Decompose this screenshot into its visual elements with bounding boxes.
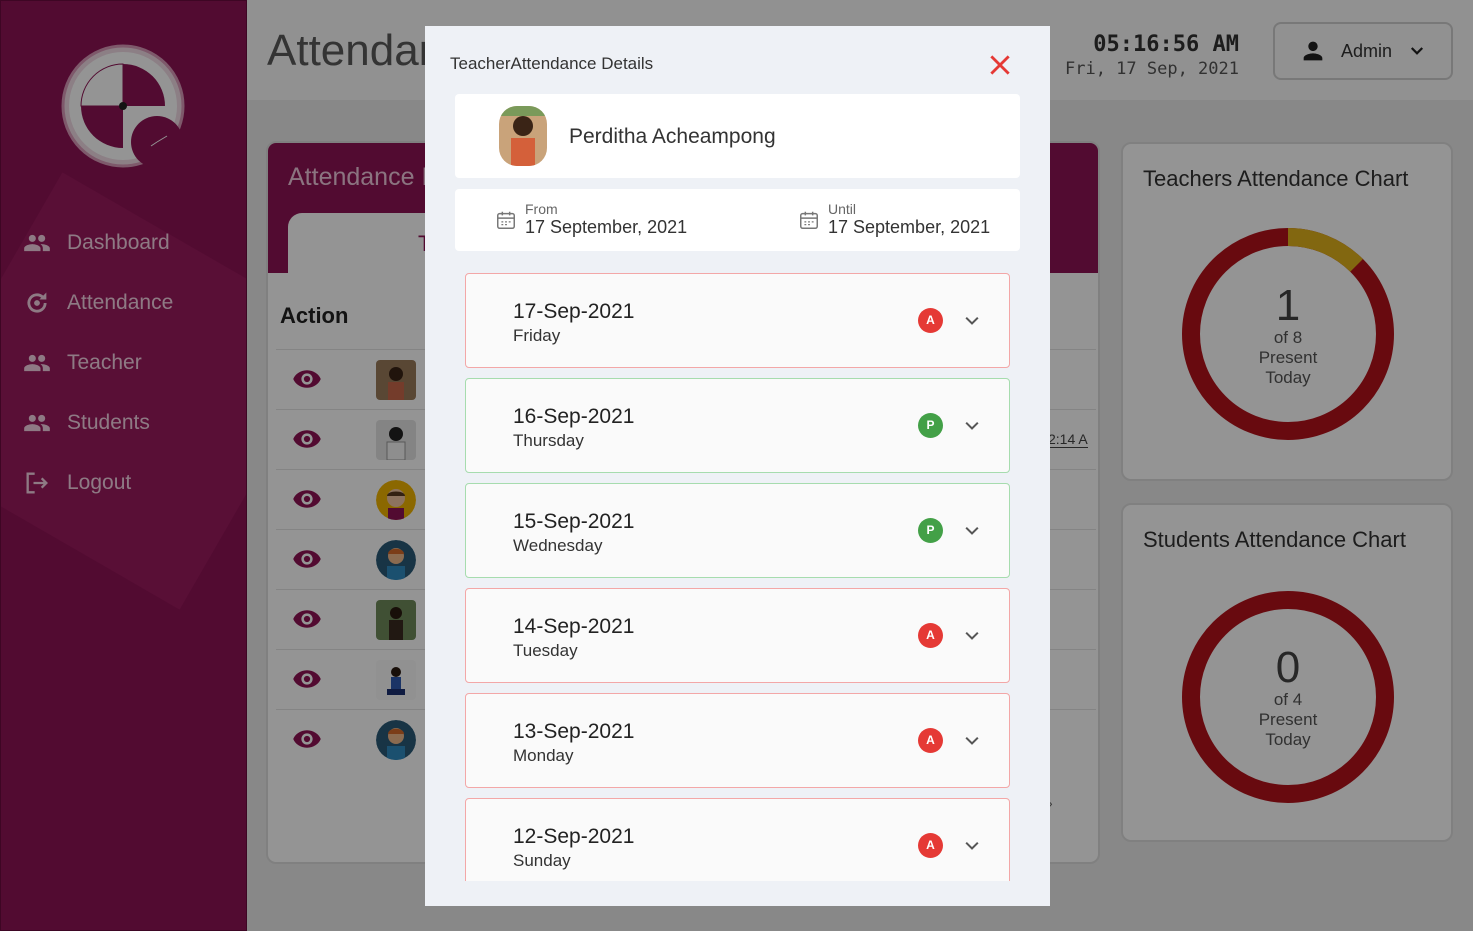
day-row[interactable]: 16-Sep-2021 Thursday P xyxy=(465,378,1010,473)
from-date[interactable]: From 17 September, 2021 xyxy=(495,201,687,238)
day-row[interactable]: 14-Sep-2021 Tuesday A xyxy=(465,588,1010,683)
day-row[interactable]: 17-Sep-2021 Friday A xyxy=(465,273,1010,368)
until-value: 17 September, 2021 xyxy=(828,217,991,237)
status-badge: A xyxy=(918,623,943,648)
day-row[interactable]: 13-Sep-2021 Monday A xyxy=(465,693,1010,788)
day-weekday: Tuesday xyxy=(513,641,578,660)
day-weekday: Thursday xyxy=(513,431,584,450)
teacher-attendance-modal: TeacherAttendance Details Perditha Achea… xyxy=(425,26,1050,906)
status-badge: A xyxy=(918,308,943,333)
day-date: 15-Sep-2021 xyxy=(513,510,635,533)
day-weekday: Monday xyxy=(513,746,574,765)
day-row[interactable]: 15-Sep-2021 Wednesday P xyxy=(465,483,1010,578)
until-label: Until xyxy=(828,201,857,217)
chevron-down-icon[interactable] xyxy=(962,731,982,751)
until-date[interactable]: Until 17 September, 2021 xyxy=(798,201,990,238)
day-row[interactable]: 12-Sep-2021 Sunday A xyxy=(465,798,1010,881)
status-badge: A xyxy=(918,833,943,858)
chevron-down-icon[interactable] xyxy=(962,311,982,331)
chevron-down-icon[interactable] xyxy=(962,416,982,436)
status-badge: A xyxy=(918,728,943,753)
day-date: 17-Sep-2021 xyxy=(513,300,635,323)
chevron-down-icon[interactable] xyxy=(962,626,982,646)
modal-title: TeacherAttendance Details xyxy=(450,54,654,73)
day-weekday: Wednesday xyxy=(513,536,603,555)
day-date: 16-Sep-2021 xyxy=(513,405,635,428)
day-date: 13-Sep-2021 xyxy=(513,720,635,743)
calendar-icon xyxy=(497,211,515,229)
status-badge: P xyxy=(918,413,943,438)
teacher-avatar xyxy=(499,106,547,166)
status-badge: P xyxy=(918,518,943,543)
day-date: 12-Sep-2021 xyxy=(513,825,635,848)
teacher-name: Perditha Acheampong xyxy=(569,125,776,148)
attendance-day-list: 17-Sep-2021 Friday A 16-Sep-2021 Thursda… xyxy=(465,273,1010,881)
date-range-card: From 17 September, 2021 Until 17 Septemb… xyxy=(455,189,1020,251)
chevron-down-icon[interactable] xyxy=(962,836,982,856)
chevron-down-icon[interactable] xyxy=(962,521,982,541)
day-weekday: Friday xyxy=(513,326,561,345)
from-value: 17 September, 2021 xyxy=(525,217,688,237)
day-weekday: Sunday xyxy=(513,851,571,870)
close-icon[interactable] xyxy=(987,52,1013,78)
day-date: 14-Sep-2021 xyxy=(513,615,635,638)
teacher-info-card: Perditha Acheampong xyxy=(455,94,1020,178)
calendar-icon xyxy=(800,211,818,229)
from-label: From xyxy=(525,201,558,217)
